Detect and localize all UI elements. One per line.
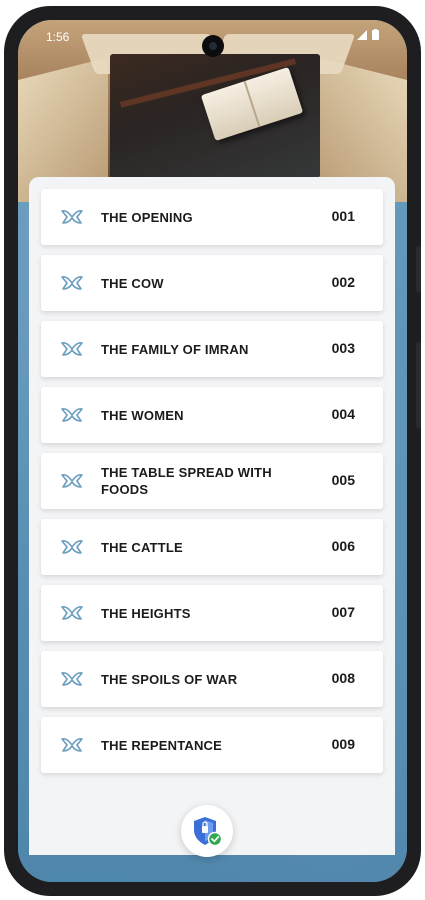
chapter-number: 002 — [331, 274, 355, 290]
open-book-icon — [61, 210, 83, 224]
battery-icon — [372, 29, 379, 40]
open-book-icon — [61, 474, 83, 488]
phone-frame: 1:56 THE OPENING 001 THE COW 002 THE FAM… — [4, 6, 421, 896]
chapter-title: THE HEIGHTS — [101, 605, 191, 621]
chapter-title: THE FAMILY OF IMRAN — [101, 341, 249, 357]
list-item[interactable]: THE SPOILS OF WAR 008 — [41, 651, 383, 707]
front-camera — [202, 35, 224, 57]
shield-check-icon — [194, 817, 222, 847]
chapter-number: 001 — [331, 208, 355, 224]
list-item[interactable]: THE HEIGHTS 007 — [41, 585, 383, 641]
chapter-number: 003 — [331, 340, 355, 356]
chapter-title: THE OPENING — [101, 209, 193, 225]
open-book-icon — [61, 738, 83, 752]
chapter-title: THE REPENTANCE — [101, 737, 223, 753]
chapter-title: THE TABLE SPREAD WITH FOODS — [101, 465, 272, 497]
chapter-number: 004 — [331, 406, 355, 422]
power-button — [416, 342, 421, 428]
chapter-number: 005 — [331, 472, 355, 488]
chapter-number: 006 — [331, 538, 355, 554]
open-book-icon — [61, 540, 83, 554]
list-item[interactable]: THE REPENTANCE 009 — [41, 717, 383, 773]
list-item[interactable]: THE FAMILY OF IMRAN 003 — [41, 321, 383, 377]
list-item[interactable]: THE WOMEN 004 — [41, 387, 383, 443]
chapter-list: THE OPENING 001 THE COW 002 THE FAMILY O… — [29, 177, 395, 857]
chapter-title: THE WOMEN — [101, 407, 184, 423]
list-item[interactable]: THE OPENING 001 — [41, 189, 383, 245]
open-book-icon — [61, 606, 83, 620]
chapter-number: 009 — [331, 736, 355, 752]
status-time: 1:56 — [46, 30, 70, 44]
open-book-icon — [61, 342, 83, 356]
chapter-number: 007 — [331, 604, 355, 620]
screen: 1:56 THE OPENING 001 THE COW 002 THE FAM… — [18, 20, 407, 882]
open-book-icon — [61, 276, 83, 290]
chapter-title: THE COW — [101, 275, 164, 291]
chapter-number: 008 — [331, 670, 355, 686]
signal-icon — [356, 30, 367, 40]
chapter-title: THE SPOILS OF WAR — [101, 671, 238, 687]
open-book-icon — [61, 672, 83, 686]
privacy-shield-button[interactable] — [181, 805, 233, 857]
list-item[interactable]: THE TABLE SPREAD WITH FOODS 005 — [41, 453, 383, 509]
open-book-icon — [61, 408, 83, 422]
list-item[interactable]: THE COW 002 — [41, 255, 383, 311]
list-item[interactable]: THE CATTLE 006 — [41, 519, 383, 575]
volume-button — [416, 246, 421, 292]
chapter-title: THE CATTLE — [101, 539, 183, 555]
